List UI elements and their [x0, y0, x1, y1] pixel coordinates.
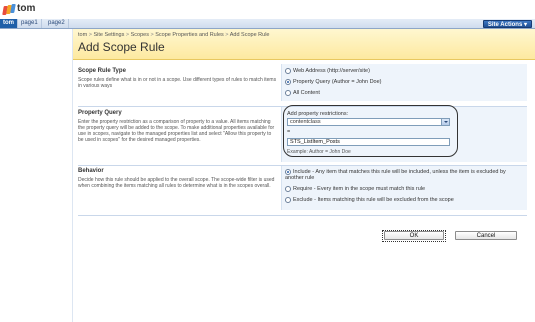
radio-property-query[interactable]: Property Query (Author = John Doe) [285, 79, 382, 85]
section-description: Scope rules define what is in or not in … [78, 77, 277, 89]
breadcrumb-separator: > [125, 32, 130, 38]
breadcrumb-separator: > [225, 32, 229, 38]
breadcrumb-separator: > [150, 32, 154, 38]
radio-label: Require - Every item in the scope must m… [293, 186, 426, 192]
radio-circle[interactable] [285, 197, 291, 203]
section-description: Enter the property restriction as a comp… [78, 119, 275, 143]
chevron-down-icon[interactable] [441, 119, 449, 125]
property-query-section: Property Query Enter the property restri… [78, 110, 278, 143]
radio-label: Include - Any item that matches this rul… [285, 169, 506, 182]
breadcrumb-item-current: Add Scope Rule [229, 32, 270, 38]
site-actions-button[interactable]: Site Actions ▾ [482, 20, 532, 28]
example-text: Example: Author = John Doe [287, 149, 351, 155]
property-query-panel: Add property restrictions: contentclass … [281, 105, 527, 162]
top-nav-bar: tom page1 page2 Site Actions ▾ [0, 19, 535, 29]
radio-circle[interactable] [285, 186, 291, 192]
left-nav [0, 29, 73, 322]
radio-circle[interactable] [285, 68, 291, 74]
breadcrumb-item-scope-properties[interactable]: Scope Properties and Rules [155, 32, 223, 38]
breadcrumb-item-scopes[interactable]: Scopes [131, 32, 149, 38]
add-restrictions-label: Add property restrictions: [287, 111, 349, 117]
tab-page1[interactable]: page1 [18, 19, 42, 28]
behavior-section: Behavior Decide how this rule should be … [78, 168, 278, 189]
section-title: Property Query [78, 110, 122, 116]
section-description: Decide how this rule should be applied t… [78, 177, 275, 189]
top-bar: tom [0, 0, 535, 19]
scope-rule-type-panel: Web Address (http://server/site) Propert… [281, 64, 527, 101]
breadcrumb-separator: > [88, 32, 92, 38]
radio-label: Exclude - Items matching this rule will … [293, 197, 454, 203]
main-content: tom > Site Settings > Scopes > Scope Pro… [73, 29, 535, 322]
tab-page2[interactable]: page2 [45, 19, 69, 28]
radio-include[interactable]: Include - Any item that matches this rul… [285, 169, 525, 182]
radio-circle[interactable] [285, 79, 291, 85]
property-value-input[interactable]: STS_ListItem_Posts [287, 138, 450, 146]
radio-label: Web Address (http://server/site) [293, 68, 370, 74]
chevron-down-icon: ▾ [523, 22, 527, 28]
ok-button[interactable]: OK [384, 231, 444, 240]
page-title: Add Scope Rule [78, 40, 165, 54]
behavior-panel: Include - Any item that matches this rul… [281, 166, 527, 210]
radio-label: Property Query (Author = John Doe) [293, 79, 382, 85]
section-title: Scope Rule Type [78, 68, 126, 74]
property-select[interactable]: contentclass [287, 118, 450, 126]
breadcrumb-item-tom[interactable]: tom [78, 32, 87, 38]
cancel-button[interactable]: Cancel [455, 231, 517, 240]
section-title: Behavior [78, 168, 104, 174]
radio-all-content[interactable]: All Content [285, 90, 320, 96]
radio-label: All Content [293, 90, 320, 96]
property-select-value: contentclass [290, 119, 321, 125]
tab-tom[interactable]: tom [0, 19, 18, 28]
site-actions-label: Site Actions [487, 22, 523, 28]
site-title[interactable]: tom [17, 3, 35, 14]
breadcrumb: tom > Site Settings > Scopes > Scope Pro… [78, 32, 269, 38]
page-title-area: tom > Site Settings > Scopes > Scope Pro… [73, 29, 535, 60]
radio-circle[interactable] [285, 90, 291, 96]
section-divider [78, 215, 527, 216]
radio-require[interactable]: Require - Every item in the scope must m… [285, 186, 425, 192]
radio-circle[interactable] [285, 169, 291, 175]
equals-sign: = [287, 129, 291, 135]
radio-web-address[interactable]: Web Address (http://server/site) [285, 68, 370, 74]
breadcrumb-item-site-settings[interactable]: Site Settings [93, 32, 124, 38]
radio-exclude[interactable]: Exclude - Items matching this rule will … [285, 197, 454, 203]
scope-rule-type-section: Scope Rule Type Scope rules define what … [78, 68, 278, 89]
site-logo-icon [2, 4, 16, 15]
